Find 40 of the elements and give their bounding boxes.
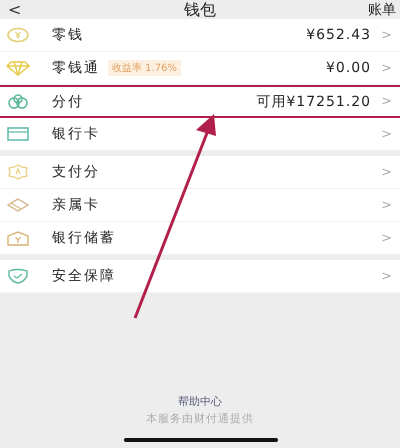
row-label: 零钱通 — [52, 59, 100, 77]
wallet-row[interactable]: 零钱 ¥652.43 > — [0, 19, 400, 52]
row-label: 银行卡 — [52, 125, 100, 143]
wallet-row[interactable]: 分付 可用¥17251.20 > — [0, 85, 400, 118]
chevron-icon: > — [381, 164, 392, 180]
cards-icon — [6, 197, 30, 213]
chevron-icon: > — [381, 126, 392, 142]
wallet-row[interactable]: 亲属卡 > — [0, 189, 400, 222]
row-label: 亲属卡 — [52, 196, 100, 214]
row-label: 分付 — [52, 92, 84, 110]
clouds-icon — [6, 94, 30, 110]
badge-icon — [6, 164, 30, 180]
help-link[interactable]: 帮助中心 — [178, 394, 222, 409]
chevron-icon: > — [381, 94, 392, 109]
back-button[interactable]: < — [8, 0, 22, 19]
shield-icon — [6, 268, 30, 284]
row-label: 零钱 — [52, 26, 84, 44]
chevron-icon: > — [381, 198, 392, 212]
row-label: 支付分 — [52, 163, 100, 181]
wallet-row[interactable]: 支付分 > — [0, 156, 400, 189]
chevron-icon: > — [381, 268, 392, 284]
chevron-icon: > — [381, 60, 392, 76]
service-note: 本服务由财付通提供 — [146, 411, 254, 426]
diamond-icon — [6, 60, 30, 76]
row-label: 安全保障 — [52, 267, 116, 285]
row-value: ¥0.00 — [326, 60, 372, 76]
wallet-row[interactable]: 零钱通 收益率 1.76% ¥0.00 > — [0, 52, 400, 85]
wallet-row[interactable]: 安全保障 > — [0, 260, 400, 293]
row-value: 可用¥17251.20 — [256, 92, 372, 110]
wallet-row[interactable]: 银行储蓄 > — [0, 222, 400, 255]
page-title: 钱包 — [184, 0, 216, 19]
chevron-icon: > — [381, 28, 392, 42]
chevron-icon: > — [381, 230, 392, 246]
bank-icon — [6, 230, 30, 246]
coin-icon — [6, 27, 30, 43]
row-label: 银行储蓄 — [52, 229, 116, 247]
rate-badge: 收益率 1.76% — [108, 60, 181, 76]
card-icon — [6, 126, 30, 142]
row-value: ¥652.43 — [306, 27, 372, 43]
bill-link[interactable]: 账单 — [368, 0, 396, 18]
